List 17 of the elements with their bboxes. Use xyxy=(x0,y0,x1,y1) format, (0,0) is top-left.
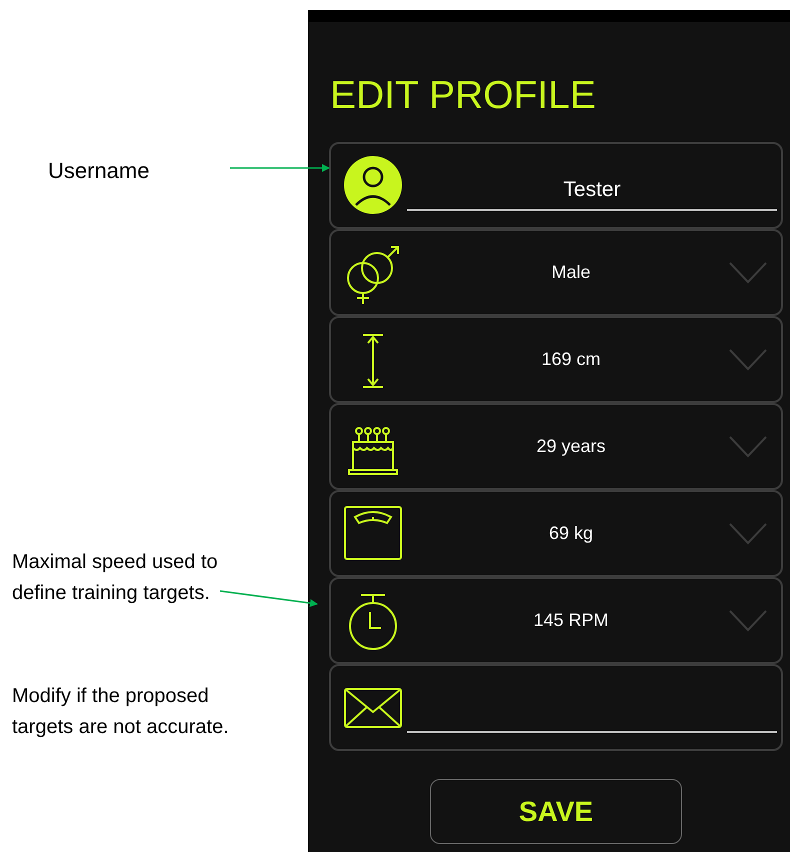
save-button[interactable]: SAVE xyxy=(430,779,682,844)
chevron-down-icon xyxy=(729,348,767,370)
dropdown-field[interactable]: Male xyxy=(403,231,781,314)
chevron-down-icon xyxy=(729,262,767,284)
annotation-text: Maximal speed used to define training targets. xyxy=(12,550,219,606)
page-title: EDIT PROFILE xyxy=(330,76,596,115)
dropdown-field[interactable]: 145 RPM xyxy=(403,579,781,662)
annotation-text: Modify if the proposed targets are not accurate. xyxy=(12,684,230,740)
chevron-down-icon xyxy=(729,610,767,632)
text-input-field[interactable]: Tester xyxy=(407,170,777,210)
user-avatar-icon xyxy=(343,154,403,216)
chevron-down-icon xyxy=(729,522,767,544)
dropdown-field[interactable]: 69 kg xyxy=(403,492,781,575)
dropdown-field[interactable]: 29 years xyxy=(403,405,781,488)
dropdown-field[interactable]: 169 cm xyxy=(403,318,781,401)
annotation-text: Username xyxy=(48,157,150,185)
chevron-down-icon xyxy=(729,436,767,458)
